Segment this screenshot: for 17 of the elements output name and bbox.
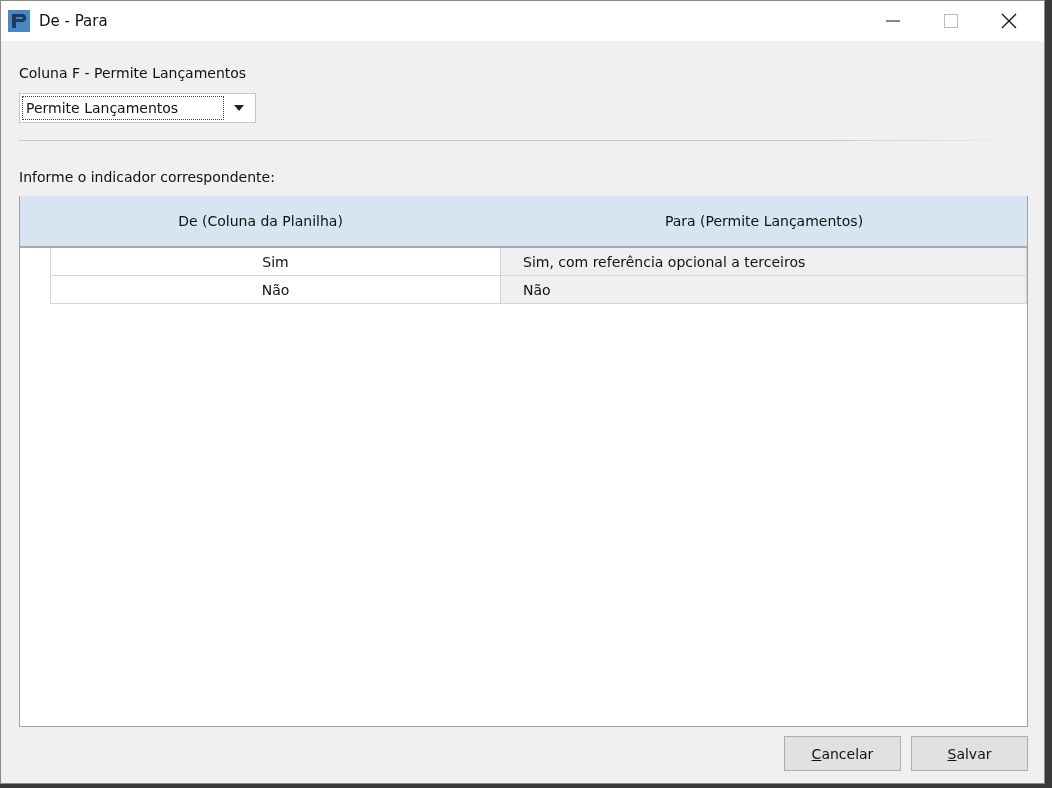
- table-cell: Sim: [50, 248, 501, 276]
- table-cell: Não: [50, 276, 501, 304]
- table-cell: Sim, com referência opcional a terceiros: [501, 248, 1027, 276]
- caret-icon: [234, 105, 244, 111]
- app-logo-icon: [8, 10, 30, 32]
- column-header: De (Coluna da Planilha): [177, 212, 344, 231]
- minimize-icon: [886, 20, 900, 22]
- column-label: Coluna F - Permite Lançamentos: [19, 65, 248, 81]
- save-button[interactable]: Salvar: [911, 736, 1028, 771]
- cancel-button[interactable]: Cancelar: [784, 736, 901, 771]
- window-title: De - Para: [39, 12, 109, 30]
- column-header: Para (Permite Lançamentos): [663, 212, 865, 231]
- permission-dropdown[interactable]: Permite Lançamentos: [19, 93, 256, 123]
- close-icon: [1001, 13, 1017, 29]
- table-cell: Não: [501, 276, 1027, 304]
- maximize-icon: [944, 14, 958, 28]
- instruction-text: Informe o indicador correspondente:: [19, 169, 276, 185]
